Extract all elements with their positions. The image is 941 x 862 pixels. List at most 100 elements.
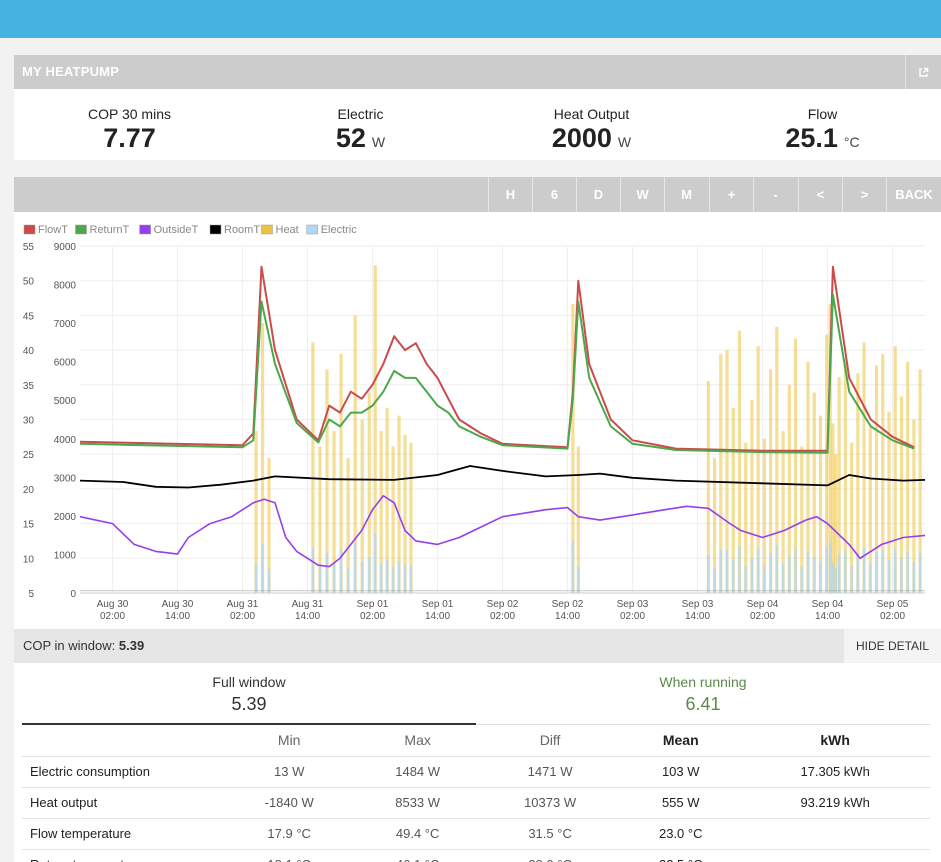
stat-value: 2000 W <box>476 123 707 157</box>
electric-bar <box>577 566 580 593</box>
x-tick-label: 02:00 <box>750 611 775 622</box>
hide-detail-button[interactable]: HIDE DETAIL <box>844 629 941 663</box>
table-cell: 103 W <box>621 756 741 788</box>
electric-bar <box>391 566 395 593</box>
y-tick-label-power: 1000 <box>54 550 77 561</box>
electric-bar <box>332 563 336 593</box>
y-tick-label-power: 7000 <box>54 319 77 330</box>
electric-bar <box>831 562 835 593</box>
y-tick-label-temperature: 45 <box>23 311 35 322</box>
time-navigation-toolbar: H 6 D W M + - < > BACK <box>14 177 941 212</box>
electric-bar <box>361 561 364 593</box>
legend-label: ReturnT <box>90 224 130 236</box>
table-row: Heat output -1840 W 8533 W 10373 W 555 W… <box>22 787 930 819</box>
tab-full-window[interactable]: Full window 5.39 <box>22 663 476 725</box>
detail-panel: Full window 5.39 When running 6.41 Min M… <box>14 663 941 862</box>
stat-electric: Electric 52 W <box>245 89 476 157</box>
cop-window-text: COP in window: 5.39 <box>23 638 144 653</box>
electric-bar <box>707 554 710 593</box>
electric-bar <box>806 551 810 593</box>
table-cell: Flow temperature <box>22 818 222 850</box>
x-tick-label: 02:00 <box>490 611 515 622</box>
electric-bar <box>844 550 847 593</box>
electric-bar <box>794 547 797 593</box>
electric-bar <box>781 563 785 593</box>
x-tick-label: Sep 01 <box>357 599 389 610</box>
table-row: Flow temperature 17.9 °C 49.4 °C 31.5 °C… <box>22 818 930 850</box>
chart-area[interactable]: FlowT ReturnT OutsideT RoomT Heat Electric 55 5… <box>14 212 941 629</box>
legend-swatch <box>23 224 36 235</box>
legend-swatch <box>139 224 151 235</box>
x-tick-label: 02:00 <box>360 611 385 622</box>
heatpump-chart[interactable]: FlowT ReturnT OutsideT RoomT Heat Electric555… <box>14 212 941 629</box>
tab-label: When running <box>659 674 747 690</box>
external-link-button[interactable] <box>905 55 941 89</box>
electric-bar <box>906 551 909 593</box>
range-day-button[interactable]: D <box>576 177 620 212</box>
electric-bar <box>318 566 322 593</box>
stat-unit: °C <box>843 134 860 150</box>
zoom-out-button[interactable]: - <box>753 177 797 212</box>
pan-right-button[interactable]: > <box>842 177 886 212</box>
range-hour-button[interactable]: H <box>488 177 532 212</box>
tab-value: 5.39 <box>231 694 267 714</box>
tab-when-running[interactable]: When running 6.41 <box>476 663 930 725</box>
stat-value: 25.1 °C <box>707 123 938 157</box>
electric-bar <box>719 549 722 593</box>
tab-value: 6.41 <box>685 694 721 714</box>
stat-value-number: 52 <box>335 123 366 153</box>
x-tick-label: 02:00 <box>620 611 645 622</box>
y-tick-label-temperature: 30 <box>23 416 35 427</box>
stats-panel: COP 30 mins 7.77 Electric 52 W Heat Outpu… <box>14 89 941 160</box>
x-tick-label: 14:00 <box>815 611 840 622</box>
electric-bar <box>769 552 772 593</box>
electric-bar <box>725 549 729 593</box>
stat-value-number: 2000 <box>551 123 612 153</box>
range-month-button[interactable]: M <box>664 177 708 212</box>
table-cell: 46.1 °C <box>356 849 479 862</box>
cop-window-bar: COP in window: 5.39 HIDE DETAIL <box>14 629 941 663</box>
y-tick-label-power: 9000 <box>54 242 77 253</box>
electric-bar <box>756 548 760 593</box>
electric-bar <box>346 568 350 593</box>
stat-label: Flow <box>807 106 838 122</box>
stats-table: Min Max Diff Mean kWh Electric consumpti… <box>22 725 930 862</box>
x-tick-label: Aug 30 <box>162 599 194 610</box>
x-tick-label: 14:00 <box>555 611 580 622</box>
electric-bar <box>900 557 903 593</box>
pan-left-button[interactable]: < <box>798 177 842 212</box>
table-cell: 22.5 °C <box>621 849 741 862</box>
legend-label: Heat <box>276 224 299 236</box>
back-button[interactable]: BACK <box>886 177 941 212</box>
zoom-in-button[interactable]: + <box>709 177 753 212</box>
stat-unit: W <box>617 134 632 150</box>
y-tick-label-temperature: 35 <box>23 381 35 392</box>
electric-bar <box>254 563 258 593</box>
electric-bar <box>571 540 575 593</box>
y-tick-label-power: 2000 <box>54 512 77 523</box>
y-tick-label-temperature: 25 <box>23 450 35 461</box>
x-tick-label: 14:00 <box>165 611 190 622</box>
x-tick-label: 14:00 <box>295 611 320 622</box>
top-nav-bar <box>0 0 941 38</box>
legend-swatch <box>261 224 273 235</box>
x-tick-label: Aug 31 <box>227 599 259 610</box>
table-cell: 10373 W <box>478 787 622 819</box>
stat-cop: COP 30 mins 7.77 <box>14 89 245 153</box>
x-tick-label: Sep 01 <box>422 599 454 610</box>
external-link-icon <box>919 68 929 78</box>
electric-bar <box>775 545 779 593</box>
legend-label: Electric <box>321 224 358 236</box>
cop-window-value: 5.39 <box>118 638 145 653</box>
stat-unit: W <box>371 134 386 150</box>
x-tick-label: Aug 30 <box>97 599 129 610</box>
table-cell: 93.219 kWh <box>740 787 930 819</box>
electric-bar <box>403 564 407 593</box>
electric-bar <box>738 545 741 593</box>
electric-bar <box>732 559 735 593</box>
range-week-button[interactable]: W <box>620 177 664 212</box>
stat-label: Heat Output <box>553 106 630 122</box>
table-cell <box>740 818 930 850</box>
x-tick-label: Sep 02 <box>487 599 519 610</box>
range-6h-button[interactable]: 6 <box>532 177 576 212</box>
